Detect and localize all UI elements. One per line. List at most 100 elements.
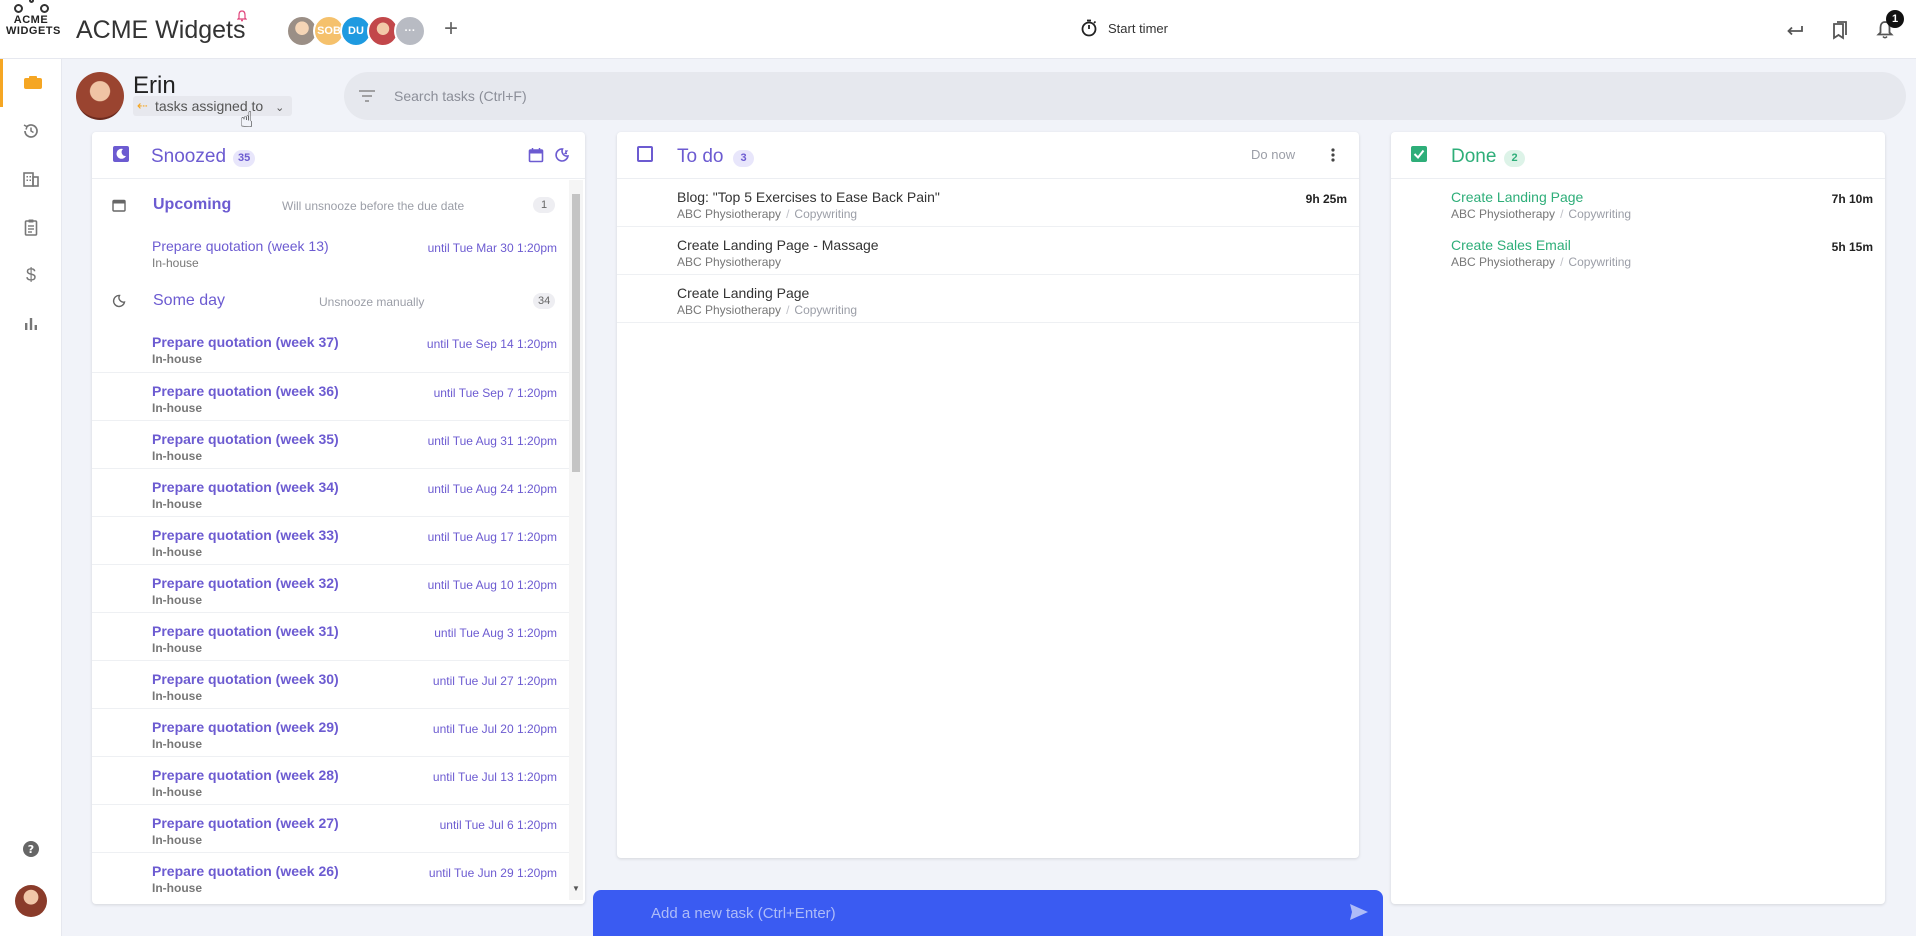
send-icon[interactable]	[1349, 903, 1369, 921]
start-timer-label: Start timer	[1108, 20, 1168, 36]
snoozed-task-project: In-house	[152, 689, 202, 703]
nav-reports[interactable]	[0, 203, 62, 251]
account-avatar[interactable]	[15, 885, 47, 917]
done-task-row[interactable]: Create Sales Email ABC Physiotherapy / Copy…	[1391, 227, 1885, 275]
calendar-icon	[112, 199, 126, 212]
snoozed-task-name[interactable]: Prepare quotation (week 35)	[152, 431, 339, 447]
assignment-filter-dropdown[interactable]: ⇠ tasks assigned to ⌄	[133, 96, 293, 116]
done-task-meta: ABC Physiotherapy / Copywriting	[1451, 255, 1631, 269]
member-avatar[interactable]: ···	[394, 15, 426, 47]
snoozed-task-row[interactable]: Prepare quotation (week 28) In-house until…	[92, 756, 569, 804]
snoozed-task-name[interactable]: Prepare quotation (week 28)	[152, 767, 339, 783]
checked-checkbox-icon[interactable]	[1411, 146, 1427, 162]
more-vertical-icon[interactable]	[1330, 147, 1336, 163]
scrollbar-thumb[interactable]	[572, 194, 580, 472]
logo-mark	[0, 0, 62, 13]
snoozed-task-row[interactable]: Prepare quotation (week 32) In-house until…	[92, 564, 569, 612]
todo-task-name[interactable]: Blog: "Top 5 Exercises to Ease Back Pain…	[677, 189, 940, 205]
nav-history[interactable]	[0, 107, 62, 155]
history-icon	[23, 124, 38, 138]
task-time-tracked: 7h 10m	[1831, 192, 1873, 206]
snoozed-task-row[interactable]: Prepare quotation (week 34) In-house until…	[92, 468, 569, 516]
task-project: ABC Physiotherapy	[677, 207, 782, 221]
snoozed-until-date: until Tue Sep 14 1:20pm	[426, 337, 557, 351]
todo-task-meta: ABC Physiotherapy / Copywriting	[677, 207, 857, 221]
snoozed-task-row[interactable]: Prepare quotation (week 33) In-house until…	[92, 516, 569, 564]
snoozed-task-name[interactable]: Prepare quotation (week 31)	[152, 623, 339, 639]
snoozed-task-name[interactable]: Prepare quotation (week 32)	[152, 575, 339, 591]
snoozed-task-row[interactable]: Prepare quotation (week 36) In-house until…	[92, 372, 569, 420]
todo-task-row[interactable]: Create Landing Page - Massage ABC Physiot…	[617, 227, 1359, 275]
done-task-name[interactable]: Create Sales Email	[1451, 237, 1571, 253]
snoozed-count-badge: 35	[233, 150, 256, 167]
done-task-name[interactable]: Create Landing Page	[1451, 189, 1583, 205]
start-timer-button[interactable]: Start timer	[1080, 19, 1168, 37]
search-input[interactable]: Search tasks (Ctrl+F)	[394, 88, 527, 104]
task-project: ABC Physiotherapy	[677, 255, 782, 269]
snoozed-task-project: In-house	[152, 737, 202, 751]
snoozed-scrollbar[interactable]: ▼	[569, 180, 583, 900]
task-category: Copywriting	[794, 207, 858, 221]
snoozed-task-row[interactable]: Prepare quotation (week 29) In-house until…	[92, 708, 569, 756]
snoozed-task-row[interactable]: Prepare quotation (week 13) In-house until…	[92, 228, 569, 276]
app-logo[interactable]: ACME WIDGETS	[0, 0, 62, 37]
nav-clients[interactable]	[0, 155, 62, 203]
snoozed-task-name[interactable]: Prepare quotation (week 37)	[152, 334, 339, 350]
checkbox-icon[interactable]	[637, 146, 653, 162]
snoozed-task-row[interactable]: Prepare quotation (week 27) In-house until…	[92, 804, 569, 852]
snoozed-task-name[interactable]: Prepare quotation (week 33)	[152, 527, 339, 543]
calendar-icon[interactable]	[528, 147, 544, 163]
dollar-icon: $	[25, 264, 36, 285]
scroll-down-arrow-icon[interactable]: ▼	[572, 884, 580, 893]
snoozed-task-row[interactable]: Prepare quotation (week 30) In-house until…	[92, 660, 569, 708]
snoozed-task-row[interactable]: Prepare quotation (week 31) In-house until…	[92, 612, 569, 660]
snoozed-task-project: In-house	[152, 545, 202, 559]
todo-task-name[interactable]: Create Landing Page	[677, 285, 809, 301]
add-member-button[interactable]: +	[444, 16, 458, 42]
todo-task-row[interactable]: Create Landing Page ABC Physiotherapy / Cop…	[617, 275, 1359, 323]
snoozed-task-project: In-house	[152, 401, 202, 415]
bookmarks-icon[interactable]	[1828, 18, 1852, 42]
nav-help[interactable]: ?	[0, 825, 62, 873]
snoozed-title: Snoozed	[151, 146, 227, 167]
snoozed-task-name[interactable]: Prepare quotation (week 27)	[152, 815, 339, 831]
add-task-bar[interactable]: Add a new task (Ctrl+Enter)	[593, 890, 1383, 936]
nav-analytics[interactable]	[0, 299, 62, 347]
snoozed-task-name[interactable]: Prepare quotation (week 13)	[152, 238, 329, 254]
help-icon: ?	[23, 841, 39, 857]
search-bar[interactable]: Search tasks (Ctrl+F)	[344, 72, 1906, 120]
arrow-left-icon: ⇠	[137, 98, 148, 113]
todo-task-meta: ABC Physiotherapy	[677, 255, 781, 269]
snoozed-task-row[interactable]: Prepare quotation (week 26) In-house until…	[92, 852, 569, 900]
clipboard-icon	[24, 219, 38, 236]
snoozed-task-name[interactable]: Prepare quotation (week 29)	[152, 719, 339, 735]
task-project: ABC Physiotherapy	[677, 303, 782, 317]
workspace-bell-icon[interactable]	[237, 10, 247, 22]
undo-icon[interactable]	[1783, 18, 1807, 42]
workspace-title[interactable]: ACME Widgets	[76, 16, 245, 45]
nav-tasks[interactable]	[0, 59, 62, 107]
nav-billing[interactable]: $	[0, 251, 62, 299]
done-task-row[interactable]: Create Landing Page ABC Physiotherapy / Cop…	[1391, 179, 1885, 227]
todo-task-name[interactable]: Create Landing Page - Massage	[677, 237, 879, 253]
snoozed-task-name[interactable]: Prepare quotation (week 26)	[152, 863, 339, 879]
snoozed-task-row[interactable]: Prepare quotation (week 37) In-house until…	[92, 324, 569, 372]
bar-chart-icon	[25, 318, 37, 330]
snoozed-task-name[interactable]: Prepare quotation (week 36)	[152, 383, 339, 399]
snoozed-until-date: until Tue Aug 3 1:20pm	[434, 626, 557, 640]
snoozed-task-name[interactable]: Prepare quotation (week 30)	[152, 671, 339, 687]
moon-clock-icon[interactable]	[554, 147, 570, 163]
upcoming-subtitle: Will unsnooze before the due date	[282, 199, 465, 213]
snoozed-task-name[interactable]: Prepare quotation (week 34)	[152, 479, 339, 495]
snoozed-until-date: until Tue Mar 30 1:20pm	[427, 241, 557, 255]
snoozed-task-project: In-house	[152, 449, 202, 463]
do-now-button[interactable]: Do now	[1251, 147, 1295, 162]
task-project: ABC Physiotherapy	[1451, 207, 1556, 221]
filter-icon[interactable]	[358, 89, 376, 103]
add-task-input[interactable]: Add a new task (Ctrl+Enter)	[651, 905, 836, 922]
todo-task-row[interactable]: Blog: "Top 5 Exercises to Ease Back Pain…	[617, 179, 1359, 227]
snoozed-task-row[interactable]: Prepare quotation (week 35) In-house until…	[92, 420, 569, 468]
chevron-down-icon: ⌄	[275, 102, 285, 114]
done-title: Done	[1451, 146, 1497, 167]
someday-subtitle: Unsnooze manually	[319, 295, 425, 309]
